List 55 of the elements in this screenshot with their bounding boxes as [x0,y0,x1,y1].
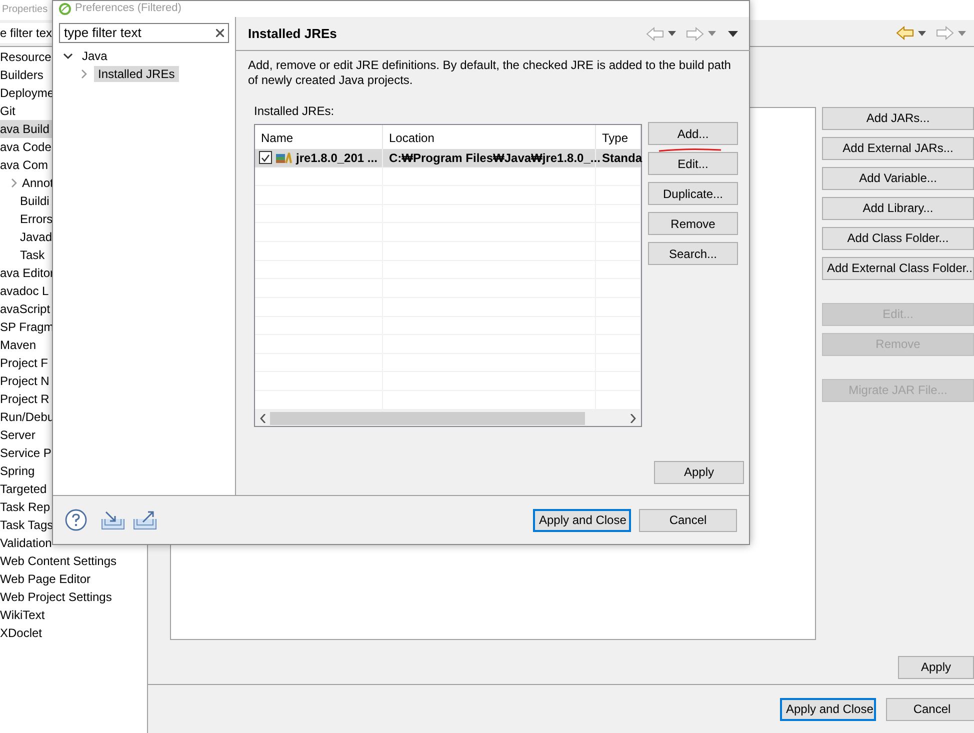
button[interactable]: Add Variable... [822,167,974,190]
window-title: Preferences (Filtered) [75,2,182,16]
button[interactable]: Cancel [639,508,737,532]
help-icon [65,509,87,531]
caret-down-icon [918,30,926,36]
button[interactable]: Cancel [886,698,974,720]
library-books-icon [276,152,292,164]
button[interactable]: Add JARs... [822,107,974,130]
button[interactable]: Add... [648,122,738,146]
tree-item[interactable]: Annot [0,174,147,192]
button[interactable]: Add Library... [822,197,974,220]
caret-down-icon [708,31,716,36]
page-title: Installed JREs [248,26,338,42]
chevron-right-icon [9,178,19,188]
tree-item[interactable]: WikiText [0,606,147,624]
apply-button[interactable]: Apply [898,656,974,679]
forward-arrow-icon [686,26,704,40]
table-label: Installed JREs: [254,104,336,118]
tree-item[interactable]: Installed JREs [59,65,229,83]
tree-item[interactable]: Web Page Editor [0,570,147,588]
menu-caret-icon [728,30,738,36]
table-cell: jre1.8.0_201 ... [296,150,378,165]
button[interactable]: Edit... [648,152,738,176]
back-arrow-icon [646,26,664,40]
filter-field[interactable]: type filter text [59,23,229,43]
tree-item[interactable]: Web Project Settings [0,588,147,606]
leaf-logo-icon [59,3,71,15]
caret-down-icon [668,31,676,36]
window-title: Properties [2,4,48,16]
button[interactable]: Remove [648,212,738,236]
description-text: Add, remove or edit JRE definitions. By default, the checked JRE is added to the build path of newly created Java projects. [248,58,732,88]
scroll-right-icon [630,414,636,423]
caret-down-icon [958,30,966,36]
annotation-underline [658,147,722,154]
chevron-down-icon [63,51,73,61]
close-icon [216,29,224,37]
button[interactable]: Apply and Close [780,698,876,720]
button[interactable]: Apply and Close [533,508,631,532]
button[interactable]: Add External JARs... [822,137,974,160]
checkbox[interactable] [259,151,272,164]
button[interactable]: Search... [648,242,738,266]
apply-button[interactable]: Apply [654,461,744,484]
import-icon [101,510,125,530]
tree-item[interactable]: Java [59,47,229,65]
button[interactable]: Add External Class Folder.. [822,257,974,280]
tree-item[interactable]: Web Content Settings [0,552,147,570]
button[interactable]: Duplicate... [648,182,738,206]
export-icon [133,510,157,530]
back-arrow-icon [896,26,914,40]
scrollbar-thumb[interactable] [270,412,585,425]
button[interactable]: Add Class Folder... [822,227,974,250]
forward-arrow-icon [936,26,954,40]
scroll-left-icon [260,414,266,423]
chevron-right-icon [79,69,89,79]
tree-item[interactable]: XDoclet [0,624,147,642]
